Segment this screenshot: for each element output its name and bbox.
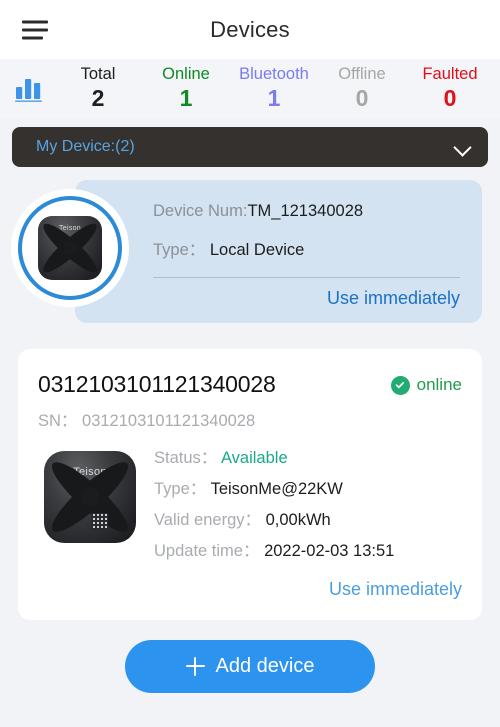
- device-sn-row: SN： 0312103101121340028: [38, 407, 462, 431]
- device-sn-value: 0312103101121340028: [82, 412, 256, 430]
- add-device-label: Add device: [215, 654, 315, 677]
- stat-label: Online: [162, 65, 210, 84]
- device-row-type: Type： TeisonMe@22KW: [154, 480, 462, 498]
- device-card-header: 0312103101121340028 online: [38, 371, 462, 398]
- row-key: Status：: [154, 449, 218, 467]
- local-device-type-row: Type： Local Device: [153, 241, 460, 260]
- stat-label: Offline: [338, 65, 386, 84]
- device-center-slot: [63, 241, 77, 255]
- local-device-num-row: Device Num:TM_121340028: [153, 202, 460, 221]
- row-value: 0,00kWh: [265, 511, 331, 530]
- stat-value: 2: [91, 84, 105, 111]
- add-device-section: Add device: [0, 639, 500, 693]
- device-sn-key: SN：: [38, 412, 78, 430]
- stat-value: 1: [267, 84, 281, 111]
- device-thumbnail[interactable]: Teison: [38, 447, 142, 561]
- stat-total[interactable]: Total 2: [54, 65, 142, 111]
- local-device-card[interactable]: Device Num:TM_121340028 Type： Local Devi…: [75, 180, 482, 323]
- device-group-label: My Device:(2): [36, 138, 135, 155]
- card-divider: [153, 277, 460, 278]
- device-id: 0312103101121340028: [38, 371, 276, 397]
- local-device-num-value: TM_121340028: [247, 202, 364, 220]
- bar-chart-icon[interactable]: [4, 75, 54, 103]
- row-value: Available: [220, 449, 288, 467]
- local-device-num-key: Device Num:: [153, 202, 248, 220]
- ev-charger-device-image: Teison: [44, 451, 136, 543]
- device-detail-rows: Status： Available Type： TeisonMe@22KW Va…: [142, 447, 462, 561]
- stat-value: 1: [179, 84, 193, 111]
- app-bar: Devices: [0, 0, 500, 59]
- ev-charger-device-image: Teison: [38, 216, 102, 280]
- stat-bluetooth[interactable]: Bluetooth 1: [230, 65, 318, 111]
- device-row-status: Status： Available: [154, 449, 462, 467]
- local-device-section: Device Num:TM_121340028 Type： Local Devi…: [0, 180, 500, 335]
- device-qr-code: [91, 513, 108, 530]
- stat-faulted[interactable]: Faulted 0: [406, 65, 494, 111]
- device-stats-bar: Total 2 Online 1 Bluetooth 1 Offline 0 F…: [0, 59, 500, 118]
- local-device-type-value: Local Device: [209, 240, 305, 259]
- stat-label: Total: [80, 65, 116, 84]
- local-device-type-key: Type：: [153, 240, 206, 259]
- stat-label: Bluetooth: [239, 65, 309, 84]
- add-device-button[interactable]: Add device: [125, 639, 375, 693]
- row-key: Valid energy：: [154, 511, 262, 530]
- device-row-update-time: Update time： 2022-02-03 13:51: [154, 542, 462, 560]
- devices-screen: Devices Total 2 Online 1 Bluetooth 1 Off…: [0, 0, 500, 727]
- device-card[interactable]: 0312103101121340028 online SN： 031210310…: [18, 349, 482, 620]
- stat-value: 0: [355, 84, 369, 111]
- status-badge: online: [390, 371, 462, 395]
- row-value: TeisonMe@22KW: [210, 480, 343, 499]
- device-row-valid-energy: Valid energy： 0,00kWh: [154, 511, 462, 529]
- local-device-avatar[interactable]: Teison: [18, 196, 122, 300]
- local-use-immediately-link[interactable]: Use immediately: [327, 288, 460, 309]
- stat-label: Faulted: [422, 65, 478, 84]
- device-group-dropdown[interactable]: My Device:(2): [12, 127, 488, 167]
- row-key: Update time：: [154, 542, 260, 561]
- hamburger-bar: [22, 36, 43, 39]
- device-card-body: Teison Status： Available Type： TeisonMe@…: [38, 447, 462, 561]
- row-value: 2022-02-03 13:51: [264, 542, 395, 561]
- page-title: Devices: [210, 16, 290, 42]
- row-key: Type：: [154, 480, 207, 499]
- plus-icon: [185, 656, 205, 676]
- stat-online[interactable]: Online 1: [142, 65, 230, 111]
- hamburger-bar: [22, 28, 48, 31]
- hamburger-bar: [22, 20, 48, 23]
- stat-offline[interactable]: Offline 0: [318, 65, 406, 111]
- status-badge-text: online: [416, 375, 462, 394]
- device-use-immediately-link[interactable]: Use immediately: [38, 579, 462, 600]
- device-center-slot: [80, 487, 100, 507]
- hamburger-icon[interactable]: [22, 20, 48, 39]
- check-circle-icon: [390, 375, 410, 395]
- chevron-down-icon[interactable]: [454, 138, 472, 156]
- stat-value: 0: [443, 84, 457, 111]
